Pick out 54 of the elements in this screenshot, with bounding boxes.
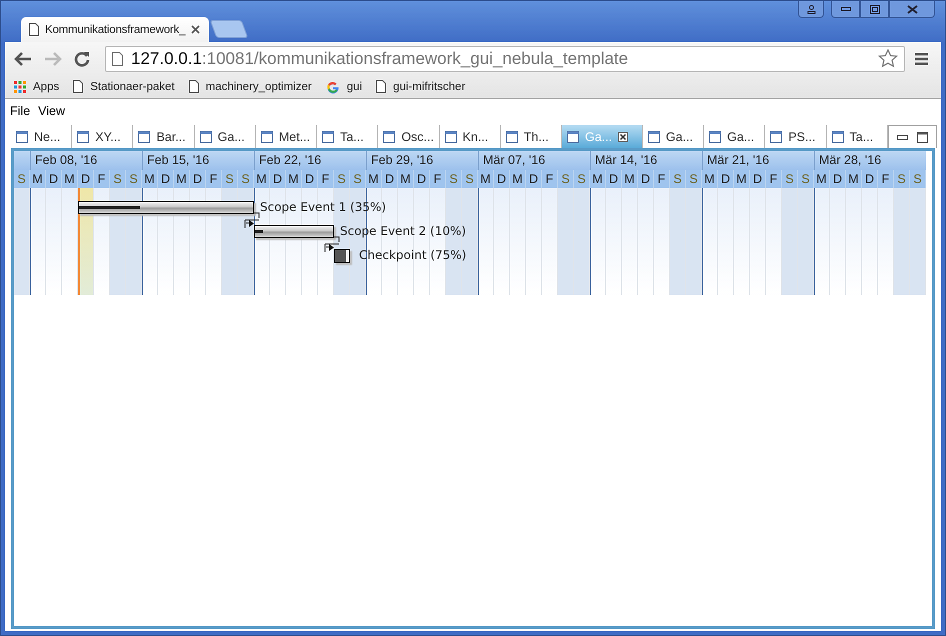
window-icon bbox=[322, 130, 334, 142]
window-icon bbox=[770, 130, 782, 142]
bookmark[interactable]: Apps bbox=[14, 80, 60, 92]
window-icon bbox=[16, 130, 28, 142]
tab-title: Kommunikationsframework_ bbox=[45, 24, 186, 36]
menu-item[interactable]: File bbox=[10, 104, 30, 118]
person-icon bbox=[806, 4, 816, 14]
dependency-arrow bbox=[324, 236, 340, 254]
window-icon bbox=[260, 130, 273, 142]
task-bar[interactable] bbox=[254, 225, 334, 238]
dependency-arrow bbox=[244, 212, 260, 230]
maximize-button[interactable] bbox=[860, 1, 889, 18]
window-icon bbox=[709, 130, 722, 142]
window-icon bbox=[566, 130, 579, 142]
page-icon bbox=[188, 80, 199, 93]
page-icon bbox=[29, 23, 39, 36]
maximize-icon bbox=[870, 4, 880, 14]
address-bar[interactable]: 127.0.0.1:10081/kommunikationsframework_gui_nebula_template bbox=[105, 46, 905, 72]
user-button[interactable] bbox=[798, 1, 824, 18]
close-icon[interactable] bbox=[618, 132, 628, 142]
close-icon bbox=[906, 4, 918, 14]
window-icon bbox=[506, 130, 518, 142]
back-icon[interactable] bbox=[14, 52, 32, 66]
window-icon bbox=[77, 130, 90, 142]
bookmark[interactable]: machinery_optimizer bbox=[188, 80, 312, 93]
window-icon bbox=[648, 130, 660, 142]
menu-icon[interactable] bbox=[915, 52, 928, 64]
menu-item[interactable]: View bbox=[38, 104, 66, 118]
window-icon bbox=[383, 130, 396, 142]
page-icon bbox=[376, 80, 386, 93]
star-icon[interactable] bbox=[878, 49, 898, 68]
browser-tab[interactable]: Kommunikationsframework_ bbox=[21, 17, 209, 42]
minimize-icon bbox=[840, 7, 850, 11]
close-window-button[interactable] bbox=[889, 1, 935, 18]
apps-grid-icon bbox=[14, 80, 26, 92]
g-logo-icon bbox=[326, 80, 340, 94]
close-icon[interactable] bbox=[191, 25, 200, 34]
window-icon bbox=[832, 130, 844, 142]
minimize-icon[interactable] bbox=[896, 134, 908, 140]
bookmark[interactable]: gui-mifritscher bbox=[376, 80, 466, 93]
bookmark[interactable]: gui bbox=[326, 80, 362, 94]
url-text: 127.0.0.1:10081/kommunikationsframework_gui_nebula_template bbox=[131, 48, 630, 68]
maximize-icon[interactable] bbox=[916, 132, 928, 142]
window-icon bbox=[444, 130, 457, 142]
bookmark[interactable]: Stationaer-paket bbox=[73, 80, 175, 93]
minimize-button[interactable] bbox=[831, 1, 860, 18]
reload-icon[interactable] bbox=[74, 50, 90, 66]
new-tab-button[interactable] bbox=[210, 20, 248, 38]
page-icon bbox=[112, 52, 123, 66]
window-icon bbox=[138, 130, 150, 142]
task-bar[interactable] bbox=[78, 201, 254, 214]
page-icon bbox=[73, 80, 84, 93]
checkpoint-marker[interactable] bbox=[334, 249, 350, 263]
window-icon bbox=[200, 130, 212, 142]
